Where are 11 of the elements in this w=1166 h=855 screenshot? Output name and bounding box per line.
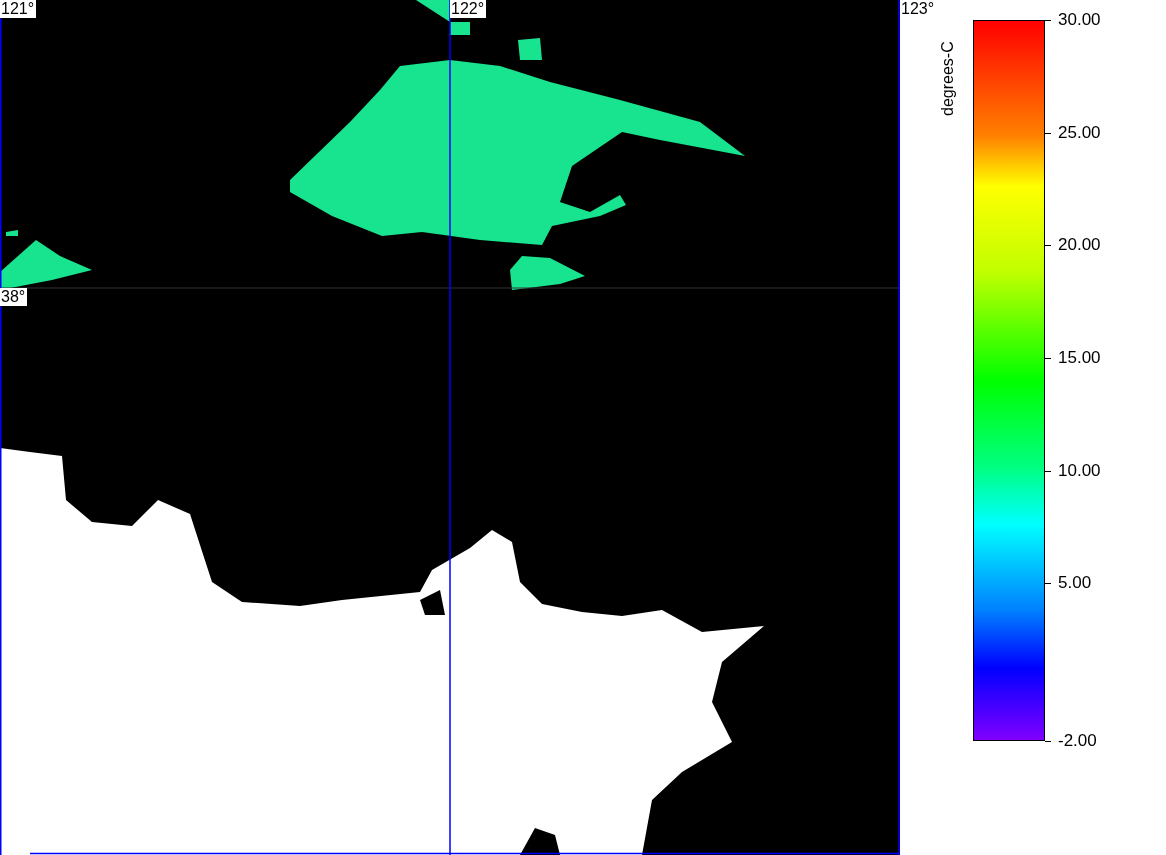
colorbar-tick-label: 20.00 [1058,235,1101,256]
longitude-label: 121° [0,0,37,18]
latitude-label: 38° [0,288,28,306]
colorbar-tick-label: 15.00 [1058,347,1101,368]
colorbar-tick-label: 10.00 [1058,460,1101,481]
colorbar-tick-label: -2.00 [1058,731,1097,751]
colorbar-tick-label: 25.00 [1058,122,1101,143]
colorbar-unit-label: degrees-C [938,41,957,116]
colorbar-tick-label: 30.00 [1058,10,1101,30]
colorbar-tick-label: 5.00 [1058,573,1092,594]
longitude-label: 122° [450,0,487,18]
